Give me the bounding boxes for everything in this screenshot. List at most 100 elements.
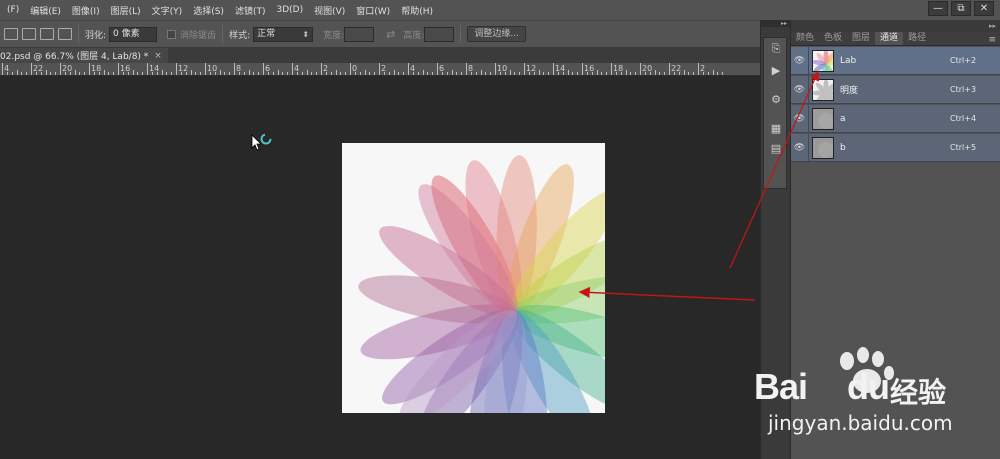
antialias-checkbox[interactable] <box>167 29 177 39</box>
ruler-tick <box>243 72 245 75</box>
channel-name: Lab <box>840 55 857 66</box>
watermark-cn: 经验 <box>890 376 947 409</box>
ruler-tick <box>354 72 356 75</box>
ruler-tick <box>485 72 487 75</box>
ruler-tick <box>345 72 347 75</box>
close-tab-icon[interactable]: × <box>154 51 162 61</box>
tab-color[interactable]: 颜色 <box>791 32 819 45</box>
menu-file[interactable]: (F) <box>2 5 25 15</box>
ruler-tick <box>553 63 554 75</box>
ruler-tick <box>524 63 525 75</box>
ruler-tick <box>64 72 66 75</box>
close-button[interactable]: ✕ <box>974 1 994 16</box>
ruler-tick <box>296 72 298 75</box>
ruler-tick <box>548 72 550 75</box>
ruler-label: 22 <box>33 64 44 73</box>
petal-artwork <box>358 155 605 413</box>
horizontal-ruler: 4 22 20 18 16 14 12 10 8 6 4 2 0 2 4 6 8 10 12 14 16 18 20 22 2 <box>0 63 760 76</box>
ruler-tick <box>287 72 289 75</box>
add-selection-icon[interactable] <box>22 28 36 40</box>
width-label: 宽度: <box>323 30 345 41</box>
ruler-label: 20 <box>62 64 73 73</box>
refine-edge-button[interactable]: 调整边缘... <box>467 26 527 42</box>
panel-collapse-icon[interactable]: ▸▸ <box>791 20 1000 32</box>
ruler-tick <box>664 72 666 75</box>
ruler-tick <box>248 70 250 75</box>
tab-layers[interactable]: 图层 <box>847 32 875 45</box>
channel-row-lightness[interactable]: 👁 明度 Ctrl+3 <box>791 75 1000 104</box>
visibility-eye-icon[interactable]: 👁 <box>791 104 809 133</box>
ruler-tick <box>89 63 90 75</box>
menu-window[interactable]: 窗口(W) <box>351 4 396 17</box>
menu-layer[interactable]: 图层(L) <box>106 4 147 17</box>
feather-label: 羽化: <box>85 30 107 41</box>
channel-row-lab[interactable]: 👁 Lab Ctrl+2 <box>791 46 1000 75</box>
panel-menu-icon[interactable]: ≡ <box>988 35 996 45</box>
ruler-tick <box>55 72 57 75</box>
channel-shortcut: Ctrl+4 <box>950 114 977 123</box>
channel-name: b <box>840 142 846 153</box>
menu-3d[interactable]: 3D(D) <box>271 5 309 15</box>
ruler-tick <box>509 70 511 75</box>
ruler-tick <box>272 72 274 75</box>
menu-type[interactable]: 文字(Y) <box>147 4 189 17</box>
ruler-tick <box>16 70 18 75</box>
tab-channels[interactable]: 通道 <box>875 32 904 45</box>
restore-button[interactable]: ⧉ <box>951 1 971 16</box>
ruler-tick <box>103 70 105 75</box>
tab-swatches[interactable]: 色板 <box>819 32 847 45</box>
ruler-tick <box>229 72 231 75</box>
ruler-tick <box>200 72 202 75</box>
style-select[interactable]: 正常 <box>253 26 314 42</box>
ruler-tick <box>118 63 119 75</box>
intersect-selection-icon[interactable] <box>58 28 72 40</box>
notes-icon[interactable]: ▤ <box>769 142 783 155</box>
channel-row-a[interactable]: 👁 a Ctrl+4 <box>791 104 1000 133</box>
visibility-eye-icon[interactable]: 👁 <box>791 46 809 75</box>
width-input[interactable] <box>344 26 375 42</box>
ruler-tick <box>456 72 458 75</box>
ruler-tick <box>306 70 308 75</box>
ruler-tick <box>2 63 3 75</box>
actions-play-icon[interactable]: ▶ <box>769 64 783 77</box>
ruler-tick <box>11 72 13 75</box>
menu-edit[interactable]: 编辑(E) <box>25 4 67 17</box>
ruler-label: 16 <box>120 64 131 73</box>
menu-image[interactable]: 图像(I) <box>67 4 106 17</box>
channel-row-b[interactable]: 👁 b Ctrl+5 <box>791 133 1000 162</box>
ruler-tick <box>669 63 670 75</box>
document-canvas[interactable] <box>342 143 605 413</box>
swap-icon[interactable]: ⇄ <box>386 28 395 41</box>
ruler-tick <box>437 63 438 75</box>
channel-name: a <box>840 113 846 124</box>
menu-help[interactable]: 帮助(H) <box>396 4 439 17</box>
ruler-label: 10 <box>207 64 218 73</box>
ruler-tick <box>567 70 569 75</box>
ruler-tick <box>611 63 612 75</box>
ruler-tick <box>383 72 385 75</box>
channel-shortcut: Ctrl+5 <box>950 143 977 152</box>
ruler-tick <box>45 70 47 75</box>
menu-select[interactable]: 选择(S) <box>188 4 230 17</box>
minimize-button[interactable]: — <box>928 1 948 16</box>
ruler-tick <box>446 72 448 75</box>
menu-view[interactable]: 视图(V) <box>309 4 351 17</box>
feather-input[interactable]: 0 像素 <box>109 26 158 42</box>
height-input[interactable] <box>424 26 455 42</box>
menu-filter[interactable]: 滤镜(T) <box>230 4 272 17</box>
panel-tab-bar: 颜色 色板 图层 通道 路径 <box>791 32 1000 46</box>
ruler-tick <box>379 63 380 75</box>
new-selection-icon[interactable] <box>4 28 18 40</box>
document-tab[interactable]: 02.psd @ 66.7% (图层 4, Lab/8) * × <box>0 48 168 63</box>
ruler-tick <box>659 72 661 75</box>
properties-icon[interactable]: ⚙ <box>769 93 783 106</box>
collapse-icon[interactable]: ▸▸ <box>761 20 790 27</box>
visibility-eye-icon[interactable]: 👁 <box>791 133 809 162</box>
layer-comps-icon[interactable]: ▦ <box>769 122 783 135</box>
tab-paths[interactable]: 路径 <box>903 32 931 45</box>
history-icon[interactable]: ⎘ <box>769 42 783 55</box>
subtract-selection-icon[interactable] <box>40 28 54 40</box>
watermark-brand: Bai du <box>754 366 890 407</box>
visibility-eye-icon[interactable]: 👁 <box>791 75 809 104</box>
ruler-tick <box>577 72 579 75</box>
